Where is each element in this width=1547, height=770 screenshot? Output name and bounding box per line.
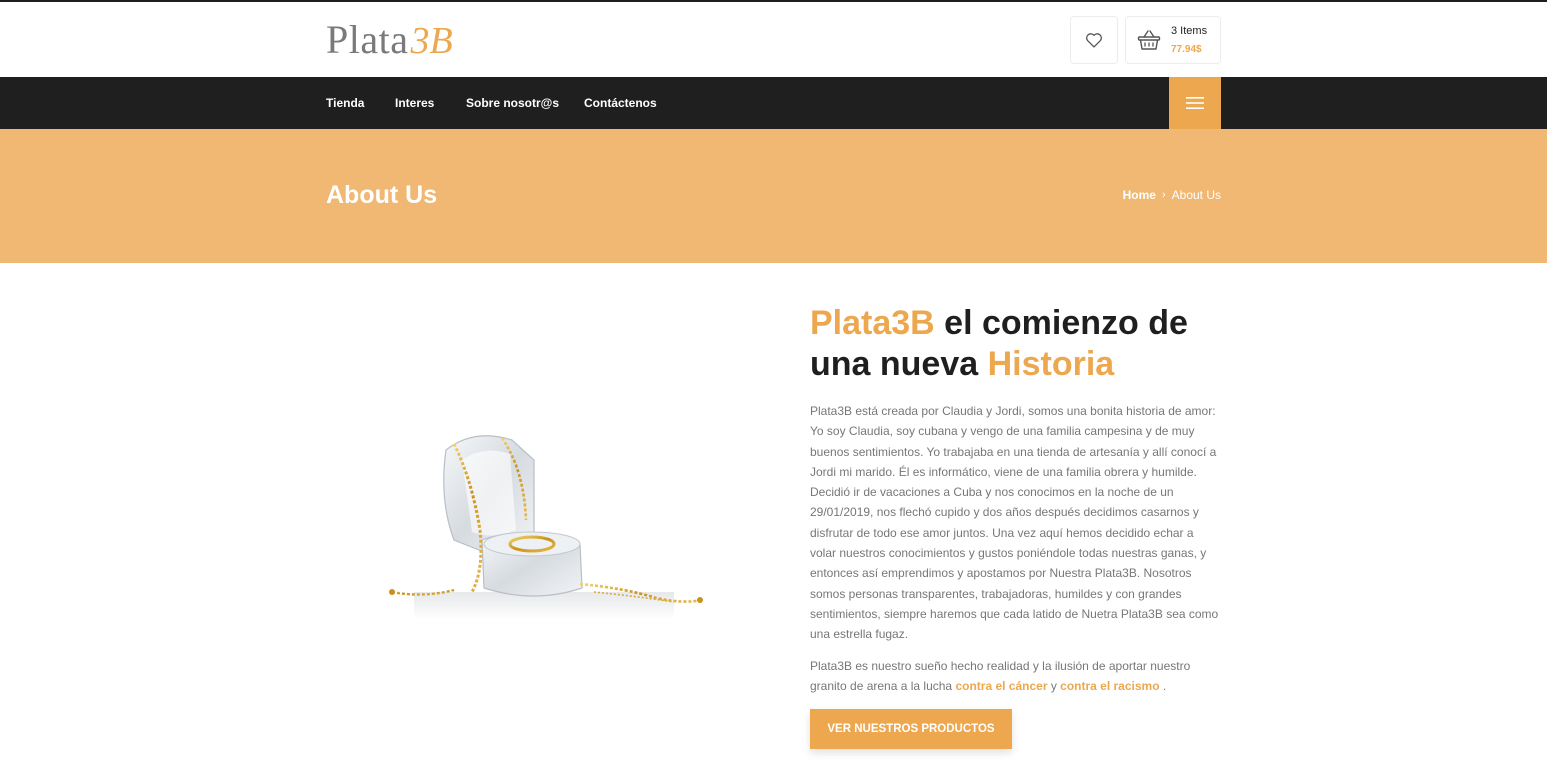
- headline-accent-brand: Plata3B: [810, 304, 935, 342]
- link-contra-racismo[interactable]: contra el racismo: [1060, 679, 1159, 693]
- logo-word: Plata: [326, 17, 409, 62]
- breadcrumb-current: About Us: [1171, 188, 1221, 202]
- cart-button[interactable]: 3 Items 77.94$: [1125, 16, 1221, 64]
- breadcrumb-separator-icon: ›: [1161, 189, 1166, 201]
- cart-total: 77.94$: [1171, 44, 1202, 55]
- paragraph-2-end: .: [1159, 679, 1167, 694]
- about-paragraph-2: Plata3B es nuestro sueño hecho realidad …: [810, 656, 1222, 697]
- basket-icon: [1137, 30, 1161, 50]
- main-nav: Tienda Interes Sobre nosotr@s Contácteno…: [0, 77, 1547, 129]
- breadcrumb-home-link[interactable]: Home: [1123, 188, 1156, 202]
- hamburger-icon: [1186, 97, 1204, 109]
- menu-button[interactable]: [1169, 77, 1221, 129]
- logo-mark: 3B: [410, 20, 453, 62]
- view-products-button[interactable]: VER NUESTROS PRODUCTOS: [810, 709, 1012, 749]
- about-paragraph-1: Plata3B está creada por Claudia y Jordi,…: [810, 404, 1219, 642]
- about-headline: Plata3B el comienzo de una nueva Histori…: [810, 303, 1230, 385]
- page-banner: About Us Home › About Us: [0, 129, 1547, 263]
- nav-item-sobre-nosotros[interactable]: Sobre nosotr@s: [466, 96, 559, 110]
- heart-icon: [1086, 33, 1102, 48]
- link-contra-cancer[interactable]: contra el cáncer: [955, 679, 1047, 693]
- breadcrumb: Home › About Us: [1123, 188, 1221, 202]
- site-logo[interactable]: Plata 3B: [326, 17, 453, 62]
- page-title: About Us: [326, 181, 438, 209]
- cart-count: 3 Items: [1171, 25, 1208, 37]
- paragraph-2-middle: y: [1047, 679, 1061, 694]
- wishlist-button[interactable]: [1070, 16, 1118, 64]
- headline-accent-historia: Historia: [987, 345, 1115, 383]
- site-header: Plata 3B 3 Items 77.94$: [0, 2, 1547, 77]
- nav-item-interes[interactable]: Interes: [395, 96, 434, 110]
- jewelry-ring-box-image: [389, 435, 703, 620]
- nav-item-tienda[interactable]: Tienda: [326, 96, 364, 110]
- nav-item-contactenos[interactable]: Contáctenos: [584, 96, 657, 110]
